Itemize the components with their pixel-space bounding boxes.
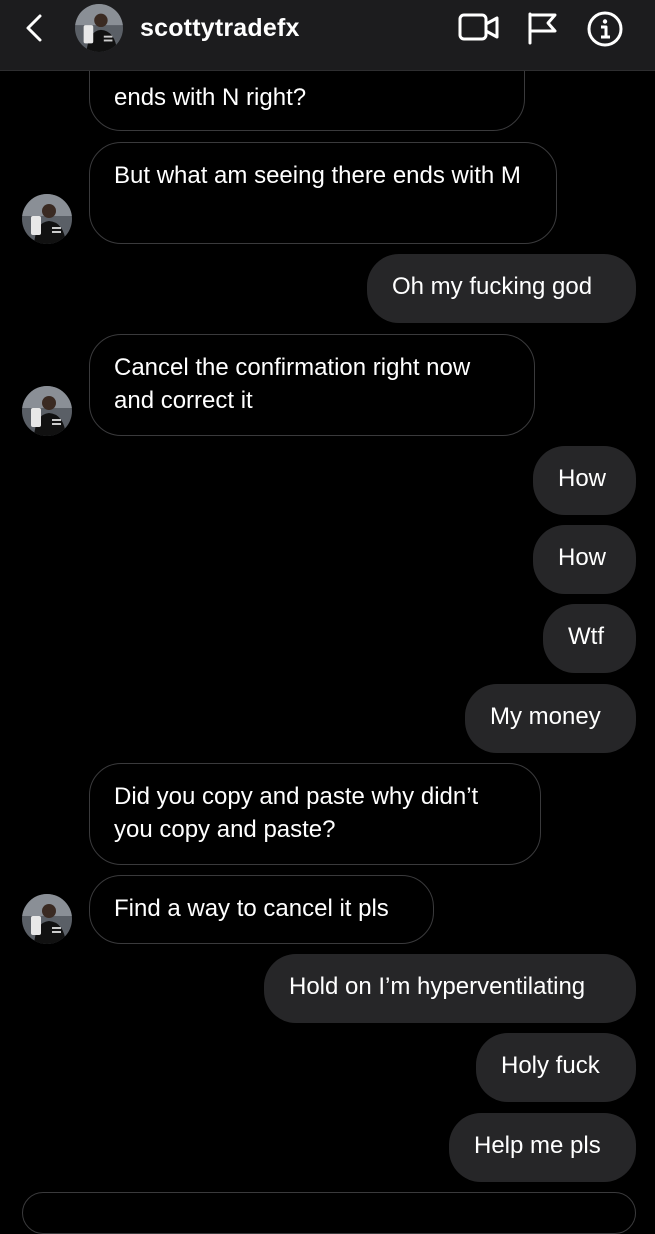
outgoing-message[interactable]: Wtf <box>543 604 636 673</box>
info-icon[interactable] <box>586 10 624 53</box>
outgoing-message[interactable]: How <box>533 525 636 594</box>
outgoing-message[interactable]: My money <box>465 684 636 753</box>
outgoing-message[interactable]: Oh my fucking god <box>367 254 636 323</box>
incoming-message[interactable]: Find a way to cancel it pls <box>89 875 434 944</box>
message-text: Hold on I’m hyperventilating <box>289 973 586 1000</box>
message-text: How <box>558 544 607 571</box>
sender-avatar[interactable] <box>22 194 72 244</box>
incoming-message[interactable]: But what am seeing there ends with M <box>89 142 557 244</box>
outgoing-message[interactable]: Help me pls <box>449 1113 636 1182</box>
profile-avatar[interactable] <box>75 4 123 52</box>
message-text: Oh my fucking god <box>392 273 593 300</box>
chat-header: scottytradefx <box>0 0 655 71</box>
message-text: ends with N right? <box>114 84 307 111</box>
flag-icon[interactable] <box>526 10 560 51</box>
message-text: Find a way to cancel it pls <box>114 895 389 922</box>
sender-avatar[interactable] <box>22 894 72 944</box>
username-title[interactable]: scottytradefx <box>140 14 300 43</box>
back-chevron-icon[interactable] <box>22 13 48 43</box>
sender-avatar[interactable] <box>22 386 72 436</box>
message-text: Holy fuck <box>501 1052 600 1079</box>
message-thread: ends with N right? But what am seeing th… <box>0 0 655 1234</box>
incoming-message[interactable]: Did you copy and paste why didn’t you co… <box>89 763 541 865</box>
incoming-message[interactable]: Cancel the confirmation right now and co… <box>89 334 535 436</box>
message-text: How <box>558 465 607 492</box>
outgoing-message[interactable]: Hold on I’m hyperventilating <box>264 954 636 1023</box>
message-text: Help me pls <box>474 1132 601 1159</box>
message-text: Wtf <box>568 623 604 650</box>
message-text: Cancel the confirmation right now and co… <box>114 354 471 414</box>
outgoing-message[interactable]: Holy fuck <box>476 1033 636 1102</box>
video-call-icon[interactable] <box>458 10 500 51</box>
outgoing-message[interactable]: How <box>533 446 636 515</box>
message-composer[interactable] <box>22 1192 636 1234</box>
message-text: Did you copy and paste why didn’t you co… <box>114 783 479 843</box>
message-text: But what am seeing there ends with M <box>114 162 521 189</box>
message-text: My money <box>490 703 601 730</box>
